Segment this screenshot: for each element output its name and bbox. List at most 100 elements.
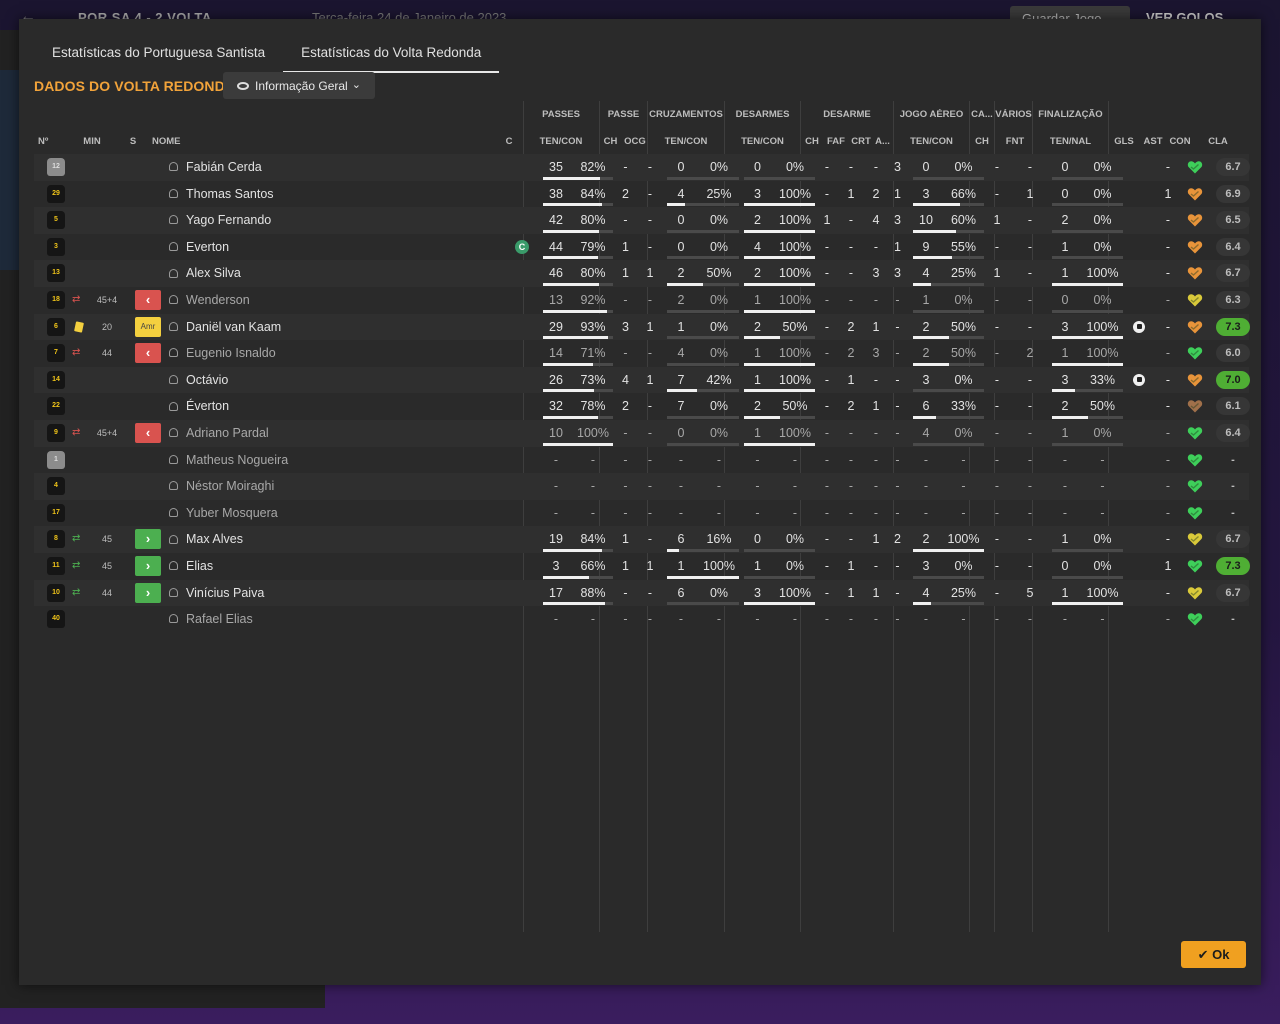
tackles-bar-track xyxy=(744,389,815,393)
player-name[interactable]: Yago Fernando xyxy=(169,207,489,233)
player-name[interactable]: Éverton xyxy=(169,393,489,419)
crosses-attempts: - xyxy=(678,505,684,520)
column-header[interactable]: CH xyxy=(971,136,993,147)
column-header[interactable]: TEN/CON xyxy=(648,136,724,147)
column-header[interactable]: S xyxy=(124,136,142,147)
player-row[interactable]: 9 ⇄ 45+4 ‹ Adriano Pardal 10 100% - -0 0% 1 100% - - -… xyxy=(34,420,1250,447)
player-row[interactable]: 29 Thomas Santos 38 84% 2-4 25% 3 100% -1 2 1 3 66% -… xyxy=(34,181,1250,208)
ca-ch: - xyxy=(994,239,1000,254)
various-fnt: - xyxy=(1027,293,1033,307)
player-name[interactable]: Everton xyxy=(169,234,489,260)
various-fnt: - xyxy=(1027,612,1033,627)
column-header[interactable]: OCG xyxy=(624,136,646,147)
player-row[interactable]: 8 ⇄ 45 › Max Alves 19 84% 1-6 16% 0 0% - -1 2 2 100% - -1… xyxy=(34,526,1250,553)
finishing-attempts: - xyxy=(1062,452,1068,467)
ok-button[interactable]: ✔ Ok xyxy=(1181,941,1246,968)
player-name[interactable]: Alex Silva xyxy=(169,260,489,286)
person-icon xyxy=(169,242,178,251)
player-name[interactable]: Fabián Cerda xyxy=(169,154,489,180)
passes-bar-track xyxy=(543,176,613,180)
column-header[interactable]: NOME xyxy=(152,136,212,147)
column-header[interactable]: TEN/CON xyxy=(725,136,800,147)
column-header[interactable]: GLS xyxy=(1112,136,1136,147)
crosses-bar xyxy=(667,389,697,393)
tab-volta-redonda[interactable]: Estatísticas do Volta Redonda xyxy=(283,41,500,73)
goal-ball-icon xyxy=(1133,373,1145,386)
player-name[interactable]: Wenderson xyxy=(169,287,489,313)
column-header[interactable]: CRT xyxy=(850,136,872,147)
tackle-crt: - xyxy=(873,479,879,494)
player-name[interactable]: Max Alves xyxy=(169,526,489,552)
player-row[interactable]: 10 ⇄ 44 › Vinícius Paiva 17 88% - -6 0% 3 100% -1 1-4… xyxy=(34,579,1250,607)
player-row[interactable]: 5 Yago Fernando 42 80% - -0 0% 2 100% 1-4 3 10 60% 1-… xyxy=(34,207,1250,234)
player-row[interactable]: 6 20 Amr Daniël van Kaam 29 93% 3 1 1 0% 2 50% -2 1-2… xyxy=(34,313,1250,341)
pass-ocg: - xyxy=(647,160,653,174)
player-row[interactable]: 3 Everton C 44 79% 1-0 0% 4 100% - - -1 9 55% - -1 0% -6.… xyxy=(34,234,1250,261)
column-header[interactable]: Nº xyxy=(38,136,52,147)
person-icon xyxy=(169,348,178,358)
background-strip xyxy=(0,70,20,270)
player-row[interactable]: 7 ⇄ 44 ‹ Eugenio Isnaldo 14 71% - -4 0% 1 100% -2 3-2… xyxy=(34,340,1250,367)
minute-label: 45 xyxy=(101,534,112,545)
assists: - xyxy=(1165,293,1171,307)
aerial-attempts: - xyxy=(923,612,929,627)
finishing-bar-track xyxy=(1052,362,1123,366)
player-row[interactable]: 18 ⇄ 45+4 ‹ Wenderson 13 92% - -2 0% 1 100% - - - -1 0% -… xyxy=(34,287,1250,314)
player-row[interactable]: 17 Yuber Mosquera - - - - - - - - - - - - - - - - - - - - xyxy=(34,500,1249,527)
tackle-a: - xyxy=(895,346,900,361)
column-header[interactable]: CON xyxy=(1167,136,1193,147)
player-name[interactable]: Daniël van Kaam xyxy=(169,314,489,340)
rating-badge: 6.7 xyxy=(1216,264,1250,283)
column-header[interactable]: TEN/CON xyxy=(524,136,598,147)
player-row[interactable]: 4 Néstor Moiraghi - - - - - - - - - - - - - - - - - - - - xyxy=(34,473,1249,500)
player-name-text: Elias xyxy=(186,559,214,573)
player-row[interactable]: 12 Fabián Cerda 35 82% - -0 0% 0 0% - - -3 0 0% - -0 0% -… xyxy=(34,154,1250,181)
column-header[interactable]: A... xyxy=(874,136,891,147)
player-row[interactable]: 1 Matheus Nogueira - - - - - - - - - - - - - - - - - - - - xyxy=(34,447,1249,474)
crosses-bar xyxy=(667,203,685,207)
tab-portuguesa-santista[interactable]: Estatísticas do Portuguesa Santista xyxy=(34,41,283,73)
pass-ch: 1 xyxy=(622,532,629,547)
column-header[interactable]: AST xyxy=(1142,136,1164,147)
tackles-bar-track xyxy=(744,309,815,313)
player-name[interactable]: Néstor Moiraghi xyxy=(169,473,489,499)
view-select[interactable]: Informação Geral ⌄ xyxy=(223,72,375,99)
column-header[interactable]: FNT xyxy=(999,136,1031,147)
substitution-icon: ⇄ xyxy=(72,294,81,305)
column-header[interactable]: FAF xyxy=(825,136,847,147)
tackle-ch: - xyxy=(824,479,830,494)
yellow-card-icon xyxy=(74,320,84,333)
finishing-bar xyxy=(1052,336,1123,340)
column-header[interactable]: CH xyxy=(602,136,619,147)
player-name[interactable]: Yuber Mosquera xyxy=(169,500,489,526)
player-name[interactable]: Elias xyxy=(169,553,489,579)
column-header[interactable]: MIN xyxy=(77,136,107,147)
minute-label: 45+4 xyxy=(96,295,118,305)
column-header[interactable]: TEN/CON xyxy=(894,136,969,147)
column-header[interactable]: CH xyxy=(803,136,821,147)
player-name[interactable]: Octávio xyxy=(169,367,489,393)
player-row[interactable]: 40 Rafael Elias - - - - - - - - - - - - - - - - - - - - xyxy=(34,606,1249,633)
rating-badge: - xyxy=(1231,506,1235,519)
morale-heart-icon xyxy=(1187,478,1203,494)
player-row[interactable]: 22 Éverton 32 78% 2-7 0% 2 50% -2 1-6 33% - -2 50% -6.… xyxy=(34,393,1250,420)
player-name[interactable]: Vinícius Paiva xyxy=(169,580,489,606)
pass-ch: - xyxy=(623,293,628,307)
player-name[interactable]: Eugenio Isnaldo xyxy=(169,340,489,366)
pass-ocg: - xyxy=(647,452,653,467)
crosses-attempts: - xyxy=(678,452,684,467)
tackle-ch: - xyxy=(824,505,830,520)
player-row[interactable]: 11 ⇄ 45 › Elias 3 66% 1 1 1 100% 1 0% -1- -3 0% - -0 0% 1 7.… xyxy=(34,553,1250,580)
player-name[interactable]: Matheus Nogueira xyxy=(169,447,489,473)
player-name[interactable]: Adriano Pardal xyxy=(169,420,489,446)
column-header[interactable]: TEN/NAL xyxy=(1033,136,1108,147)
shirt-number: 12 xyxy=(47,158,65,176)
player-row[interactable]: 14 Octávio 26 73% 4 1 7 42% 1 100% -1- -3 0% - -3 33% -7… xyxy=(34,366,1250,394)
player-name[interactable]: Thomas Santos xyxy=(169,181,489,207)
column-header[interactable]: CLA xyxy=(1203,136,1233,147)
column-header[interactable]: C xyxy=(503,136,515,147)
player-name[interactable]: Rafael Elias xyxy=(169,606,489,632)
substitution-icon: ⇄ xyxy=(72,586,81,598)
finishing-pct: - xyxy=(1100,452,1105,467)
player-row[interactable]: 13 Alex Silva 46 80% 1 1 2 50% 2 100% - -3 3 4 25% 1-1 1… xyxy=(34,260,1250,287)
